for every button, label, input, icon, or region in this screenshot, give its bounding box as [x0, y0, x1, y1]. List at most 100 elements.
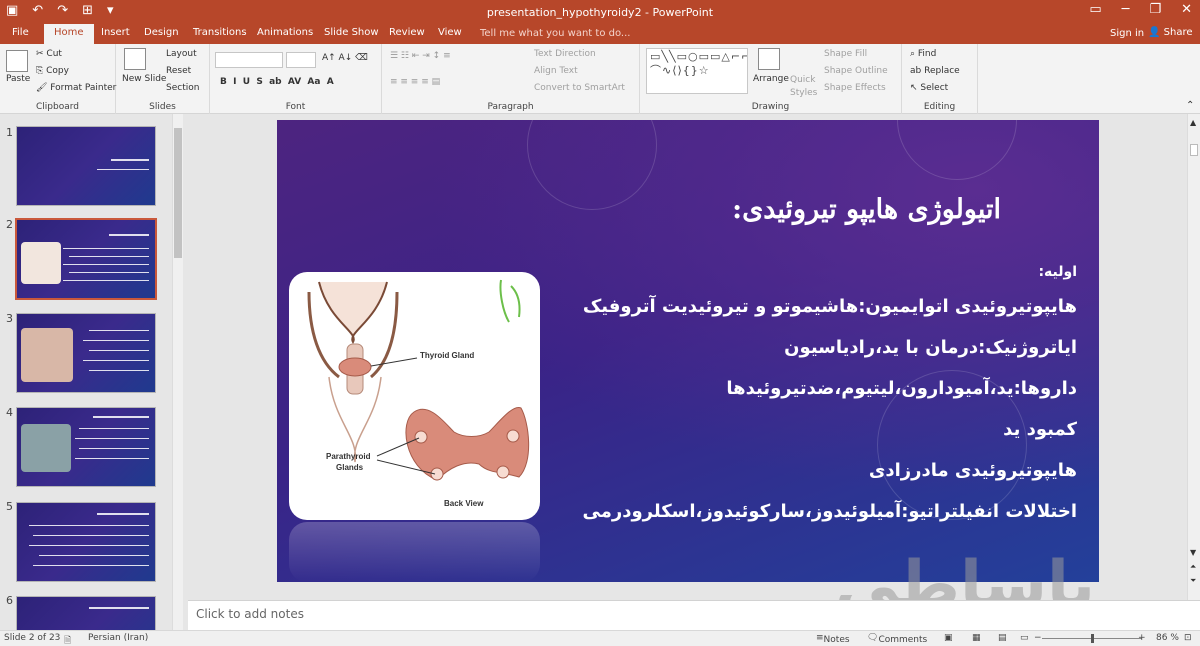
share-button[interactable]: 👤 Share: [1148, 27, 1193, 38]
thumb-text-line: [69, 256, 149, 257]
thumb-text-line: [83, 340, 149, 341]
minimize-icon[interactable]: ─: [1122, 2, 1130, 17]
slide-thumbnail-2[interactable]: [17, 220, 155, 298]
thumbnail-number-6: 6: [6, 594, 13, 607]
text-direction-button[interactable]: Text Direction: [534, 49, 596, 59]
tab-home[interactable]: Home: [44, 24, 94, 44]
shape-effects-button[interactable]: Shape Effects: [824, 83, 886, 93]
reset-button[interactable]: Reset: [166, 66, 191, 76]
cut-button[interactable]: ✂ Cut: [36, 49, 62, 59]
slides-group-label: Slides: [149, 102, 176, 112]
slide-thumbnail-3[interactable]: [17, 314, 155, 392]
thumb-text-line: [89, 350, 149, 351]
notes-placeholder[interactable]: Click to add notes: [196, 607, 304, 621]
find-button[interactable]: ⌕ Find: [910, 49, 936, 59]
document-title: presentation_hypothyroidy2 - PowerPoint: [486, 6, 714, 19]
scroll-up-icon[interactable]: ▲: [1190, 118, 1196, 127]
parathyroid-label: Parathyroid: [326, 452, 371, 461]
previous-slide-icon[interactable]: ⏶: [1190, 562, 1196, 572]
zoom-level[interactable]: 86 %: [1156, 633, 1179, 643]
thumb-text-line: [97, 169, 149, 170]
arrange-icon[interactable]: [758, 48, 780, 70]
restore-icon[interactable]: ❐: [1149, 2, 1161, 17]
comments-toggle[interactable]: 🗨 Comments: [867, 633, 927, 645]
sign-in-link[interactable]: Sign in: [1110, 28, 1144, 39]
new-slide-icon[interactable]: [124, 48, 146, 70]
slides-group: New Slide Layout Reset Section Slides: [116, 44, 210, 114]
thumbnail-number-2: 2: [6, 218, 13, 231]
reading-view-icon[interactable]: ▤: [998, 633, 1007, 643]
next-slide-icon[interactable]: ⏷: [1190, 576, 1196, 586]
list-buttons[interactable]: ☰ ☷ ⇤ ⇥ ↕ ≡: [390, 51, 451, 61]
copy-label: Copy: [46, 66, 69, 76]
alignment-buttons[interactable]: ≡ ≡ ≡ ≡ ▤: [390, 77, 440, 87]
slide-thumbnail-6[interactable]: [17, 597, 155, 630]
tab-insert[interactable]: Insert: [101, 27, 130, 38]
drawing-group-label: Drawing: [751, 102, 790, 112]
paste-icon[interactable]: [6, 50, 28, 72]
language-indicator[interactable]: Persian (Iran): [88, 633, 148, 643]
slide-thumbnail-4[interactable]: [17, 408, 155, 486]
layout-button[interactable]: Layout: [166, 49, 197, 59]
scroll-down-icon[interactable]: ▼: [1190, 548, 1196, 557]
ribbon-display-options-icon[interactable]: ▭: [1089, 2, 1101, 17]
window-controls: ▭ ─ ❐ ✕: [1089, 2, 1192, 17]
notes-pane[interactable]: Click to add notes: [188, 600, 1200, 630]
slide-body-text[interactable]: اولیه: هایپوتیروئیدی اتوایمیون:هاشیموتو …: [517, 258, 1077, 532]
font-format-buttons[interactable]: B I U S ab AV Aa A: [220, 77, 334, 87]
collapse-ribbon-icon[interactable]: ⌃: [1186, 100, 1194, 111]
thumbnails-scrollbar[interactable]: [172, 114, 183, 630]
thumbnails-scroll-thumb[interactable]: [174, 128, 182, 258]
tab-file[interactable]: File: [12, 27, 29, 38]
convert-smartart-button[interactable]: Convert to SmartArt: [534, 83, 625, 93]
replace-button[interactable]: ab Replace: [910, 66, 960, 76]
tab-slide-show[interactable]: Slide Show: [324, 27, 379, 38]
align-text-button[interactable]: Align Text: [534, 66, 578, 76]
tab-view[interactable]: View: [438, 27, 462, 38]
notes-toggle[interactable]: ≡ Notes: [816, 633, 850, 645]
slide-thumbnail-1[interactable]: [17, 127, 155, 205]
shapes-gallery[interactable]: ▭╲╲▭○▭▭△⌐⌐⇨⇩⇦⇧ ⌒∿⟨⟩{}☆: [646, 48, 748, 94]
shape-fill-button[interactable]: Shape Fill: [824, 49, 867, 59]
slide-sorter-icon[interactable]: ▦: [972, 633, 981, 643]
fit-slide-icon[interactable]: ⊡: [1184, 633, 1192, 643]
format-painter-button[interactable]: 🖌 Format Painter: [36, 83, 116, 93]
zoom-in-icon[interactable]: +: [1138, 633, 1146, 643]
current-slide[interactable]: اتیولوژی هایپو تیروئیدی: اولیه: هایپوتیر…: [277, 120, 1099, 582]
slide-thumbnail-5[interactable]: [17, 503, 155, 581]
copy-button[interactable]: ⎘ Copy: [36, 66, 69, 76]
tab-design[interactable]: Design: [144, 27, 179, 38]
thumb-title-line: [111, 159, 149, 161]
select-button[interactable]: ↖ Select: [910, 83, 948, 93]
spellcheck-icon[interactable]: 🗎: [64, 633, 71, 646]
section-button[interactable]: Section: [166, 83, 199, 93]
grow-font-icon[interactable]: A↑ A↓ ⌫: [322, 53, 368, 63]
tab-animations[interactable]: Animations: [257, 27, 313, 38]
tab-review[interactable]: Review: [389, 27, 425, 38]
thumb-title-line: [109, 234, 149, 236]
find-label: Find: [917, 49, 937, 59]
arrange-button[interactable]: Arrange: [753, 74, 789, 84]
font-size-box[interactable]: [286, 52, 316, 68]
quick-styles-button[interactable]: Quick Styles: [790, 74, 818, 100]
font-name-box[interactable]: [215, 52, 283, 68]
new-slide-button[interactable]: New Slide: [122, 74, 166, 84]
slide-scroll-thumb[interactable]: [1190, 144, 1198, 156]
thumb-text-line: [89, 370, 149, 371]
tell-me-box[interactable]: Tell me what you want to do...: [480, 28, 630, 39]
slide-title[interactable]: اتیولوژی هایپو تیروئیدی:: [732, 194, 1001, 225]
zoom-out-icon[interactable]: −: [1034, 633, 1042, 643]
zoom-slider-knob[interactable]: [1091, 634, 1094, 643]
image-reflection: [289, 522, 540, 582]
paste-button[interactable]: Paste: [6, 74, 30, 84]
close-icon[interactable]: ✕: [1181, 2, 1192, 17]
slide-scrollbar[interactable]: ▲ ▼ ⏶ ⏷: [1187, 114, 1200, 600]
editing-group: ⌕ Find ab Replace ↖ Select Editing: [902, 44, 978, 114]
thyroid-diagram-image[interactable]: Thyroid Gland Parathyroid Glands Back Vi…: [289, 272, 540, 520]
normal-view-icon[interactable]: ▣: [944, 633, 953, 643]
shape-outline-button[interactable]: Shape Outline: [824, 66, 888, 76]
tab-transitions[interactable]: Transitions: [193, 27, 247, 38]
thumb-text-line: [33, 535, 149, 536]
slideshow-view-icon[interactable]: ▭: [1020, 633, 1029, 643]
select-label: Select: [920, 83, 949, 93]
